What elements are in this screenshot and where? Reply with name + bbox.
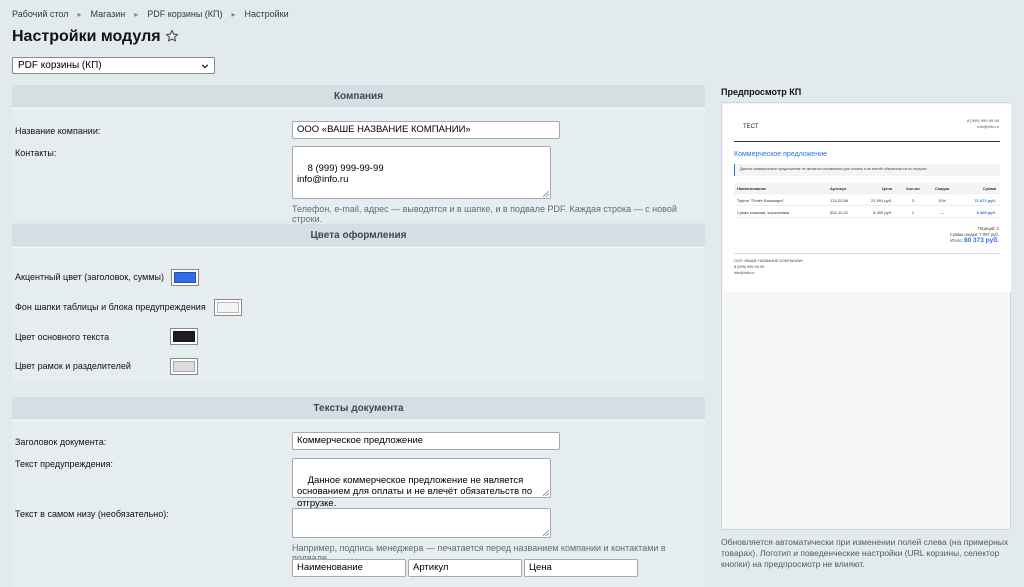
resize-grip-icon[interactable]: [543, 191, 549, 197]
module-select[interactable]: PDF корзины (КП): [12, 57, 215, 74]
accent-color-label: Акцентный цвет (заголовок, суммы): [15, 272, 164, 282]
preview-footer-email: info@info.ru: [734, 271, 755, 275]
preview-cell: 10%: [938, 198, 946, 203]
warning-label: Текст предупреждения:: [15, 459, 114, 469]
page-title: Настройки модуля: [12, 28, 161, 45]
preview-header-phone: 8 (999) 999-99-99: [966, 118, 999, 123]
preview-footer-rule: [734, 253, 1000, 254]
text-color-label: Цвет основного текста: [15, 332, 110, 342]
section-title: Цвета оформления: [310, 229, 407, 241]
header-bg-color-fill: [217, 302, 239, 313]
contacts-label: Контакты:: [15, 148, 57, 158]
company-name-label: Название компании:: [15, 126, 101, 136]
resize-grip-icon[interactable]: [543, 490, 549, 496]
preview-header-email: info@info.ru: [977, 124, 999, 129]
warning-textarea[interactable]: Данное коммерческое предложение не являе…: [292, 458, 551, 509]
border-color-label: Цвет рамок и разделителей: [15, 361, 131, 371]
preview-table: Наименование Артикул Цена Кол-во Скидка …: [734, 183, 1000, 218]
contacts-textarea[interactable]: 8 (999) 999-99-99 info@info.ru: [292, 146, 551, 199]
preview-total-label: Итого:: [950, 238, 963, 243]
footer-text-label: Текст в самом низу (необязательно):: [15, 509, 169, 519]
column-article-input[interactable]: Артикул: [408, 559, 522, 577]
preview-note: Обновляется автоматически при изменении …: [721, 537, 1009, 569]
star-icon[interactable]: [165, 29, 179, 43]
accent-color-fill: [174, 272, 196, 283]
breadcrumb: Рабочий стол ▸ Магазин ▸ PDF корзины (КП…: [12, 9, 289, 19]
section-header-colors: Цвета оформления: [12, 224, 705, 246]
preview-footer-company: ООО «ВАШЕ НАЗВАНИЕ КОМПАНИИ»: [734, 259, 804, 263]
header-bg-color-label: Фон шапки таблицы и блока предупреждения: [15, 302, 206, 312]
breadcrumb-pdf-cart[interactable]: PDF корзины (КП): [147, 9, 222, 19]
preview-header-rule: [734, 141, 1000, 142]
border-color-fill: [173, 361, 195, 372]
preview-th-sum: Сумма: [983, 186, 997, 191]
chevron-right-icon: ▸: [134, 9, 139, 19]
preview-cell: 174-20-06: [830, 198, 849, 203]
preview-th-price: Цена: [882, 186, 893, 191]
footer-text-textarea[interactable]: [292, 508, 551, 538]
preview-positions: Позиций: 2: [977, 226, 999, 231]
column-price-input[interactable]: Цена: [524, 559, 638, 577]
doc-title-input[interactable]: Коммерческое предложение: [292, 432, 560, 450]
text-color-picker[interactable]: [170, 328, 198, 345]
resize-grip-icon[interactable]: [543, 530, 549, 536]
preview-logo-text: ТЕСТ: [743, 124, 759, 130]
preview-cell: 23 991 руб.: [871, 198, 892, 203]
header-bg-color-picker[interactable]: [214, 299, 242, 316]
preview-cell: 8 400 руб.: [873, 210, 892, 215]
preview-cell: 3: [912, 198, 915, 203]
preview-doc-title: Коммерческое предложение: [734, 151, 827, 158]
chevron-down-icon: [201, 63, 209, 69]
preview-cell: —: [940, 210, 944, 215]
preview-title: Предпросмотр КП: [721, 87, 802, 97]
contacts-hint: Телефон, e-mail, адрес — выводятся и в ш…: [292, 204, 677, 224]
preview-page: ТЕСТ 8 (999) 999-99-99 info@info.ru Комм…: [723, 104, 1011, 292]
preview-cell: 502-11-02: [830, 210, 849, 215]
section-header-company: Компания: [12, 85, 705, 107]
doc-title-label: Заголовок документа:: [15, 437, 107, 447]
chevron-right-icon: ▸: [77, 9, 82, 19]
preview-th-qty: Кол-во: [906, 186, 920, 191]
breadcrumb-desktop[interactable]: Рабочий стол: [12, 9, 69, 19]
breadcrumb-settings[interactable]: Настройки: [245, 9, 289, 19]
settings-form: Компания Название компании: ООО «ВАШЕ НА…: [12, 85, 705, 587]
contacts-value: 8 (999) 999-99-99 info@info.ru: [297, 162, 384, 186]
preview-total: Итого: 80 373 руб.: [950, 237, 999, 244]
column-name-input[interactable]: Наименование: [292, 559, 406, 577]
preview-th-discount: Скидка: [935, 186, 950, 191]
section-header-texts: Тексты документа: [12, 397, 705, 419]
preview-table-header-bg: [734, 183, 1000, 193]
preview-cell: Сумка кожаная, коричневая: [737, 210, 789, 215]
section-title: Тексты документа: [313, 402, 404, 414]
border-color-picker[interactable]: [170, 358, 198, 375]
preview-cell-sum: 71 872 руб.: [974, 198, 996, 203]
preview-frame: ТЕСТ 8 (999) 999-99-99 info@info.ru Комм…: [721, 102, 1011, 530]
preview-cell: Туфли "Попёт Бальмари": [737, 198, 785, 203]
preview-cell-sum: 8 400 руб.: [977, 210, 996, 215]
preview-footer-phone: 8 (999) 999-99-99: [734, 265, 765, 269]
module-select-value: PDF корзины (КП): [18, 60, 102, 71]
preview-warning-text: Данное коммерческое предложение не являе…: [740, 167, 928, 171]
chevron-right-icon: ▸: [231, 9, 236, 19]
section-title: Компания: [333, 90, 384, 102]
company-name-input[interactable]: ООО «ВАШЕ НАЗВАНИЕ КОМПАНИИ»: [292, 121, 560, 139]
preview-cell: 1: [912, 210, 915, 215]
preview-warning-box: Данное коммерческое предложение не являе…: [734, 164, 1000, 176]
preview-total-value: 80 373 руб.: [963, 237, 999, 244]
preview-th-article: Артикул: [830, 186, 847, 191]
accent-color-picker[interactable]: [171, 269, 199, 286]
text-color-fill: [173, 331, 195, 342]
preview-th-name: Наименование: [737, 186, 767, 191]
breadcrumb-shop[interactable]: Магазин: [91, 9, 126, 19]
